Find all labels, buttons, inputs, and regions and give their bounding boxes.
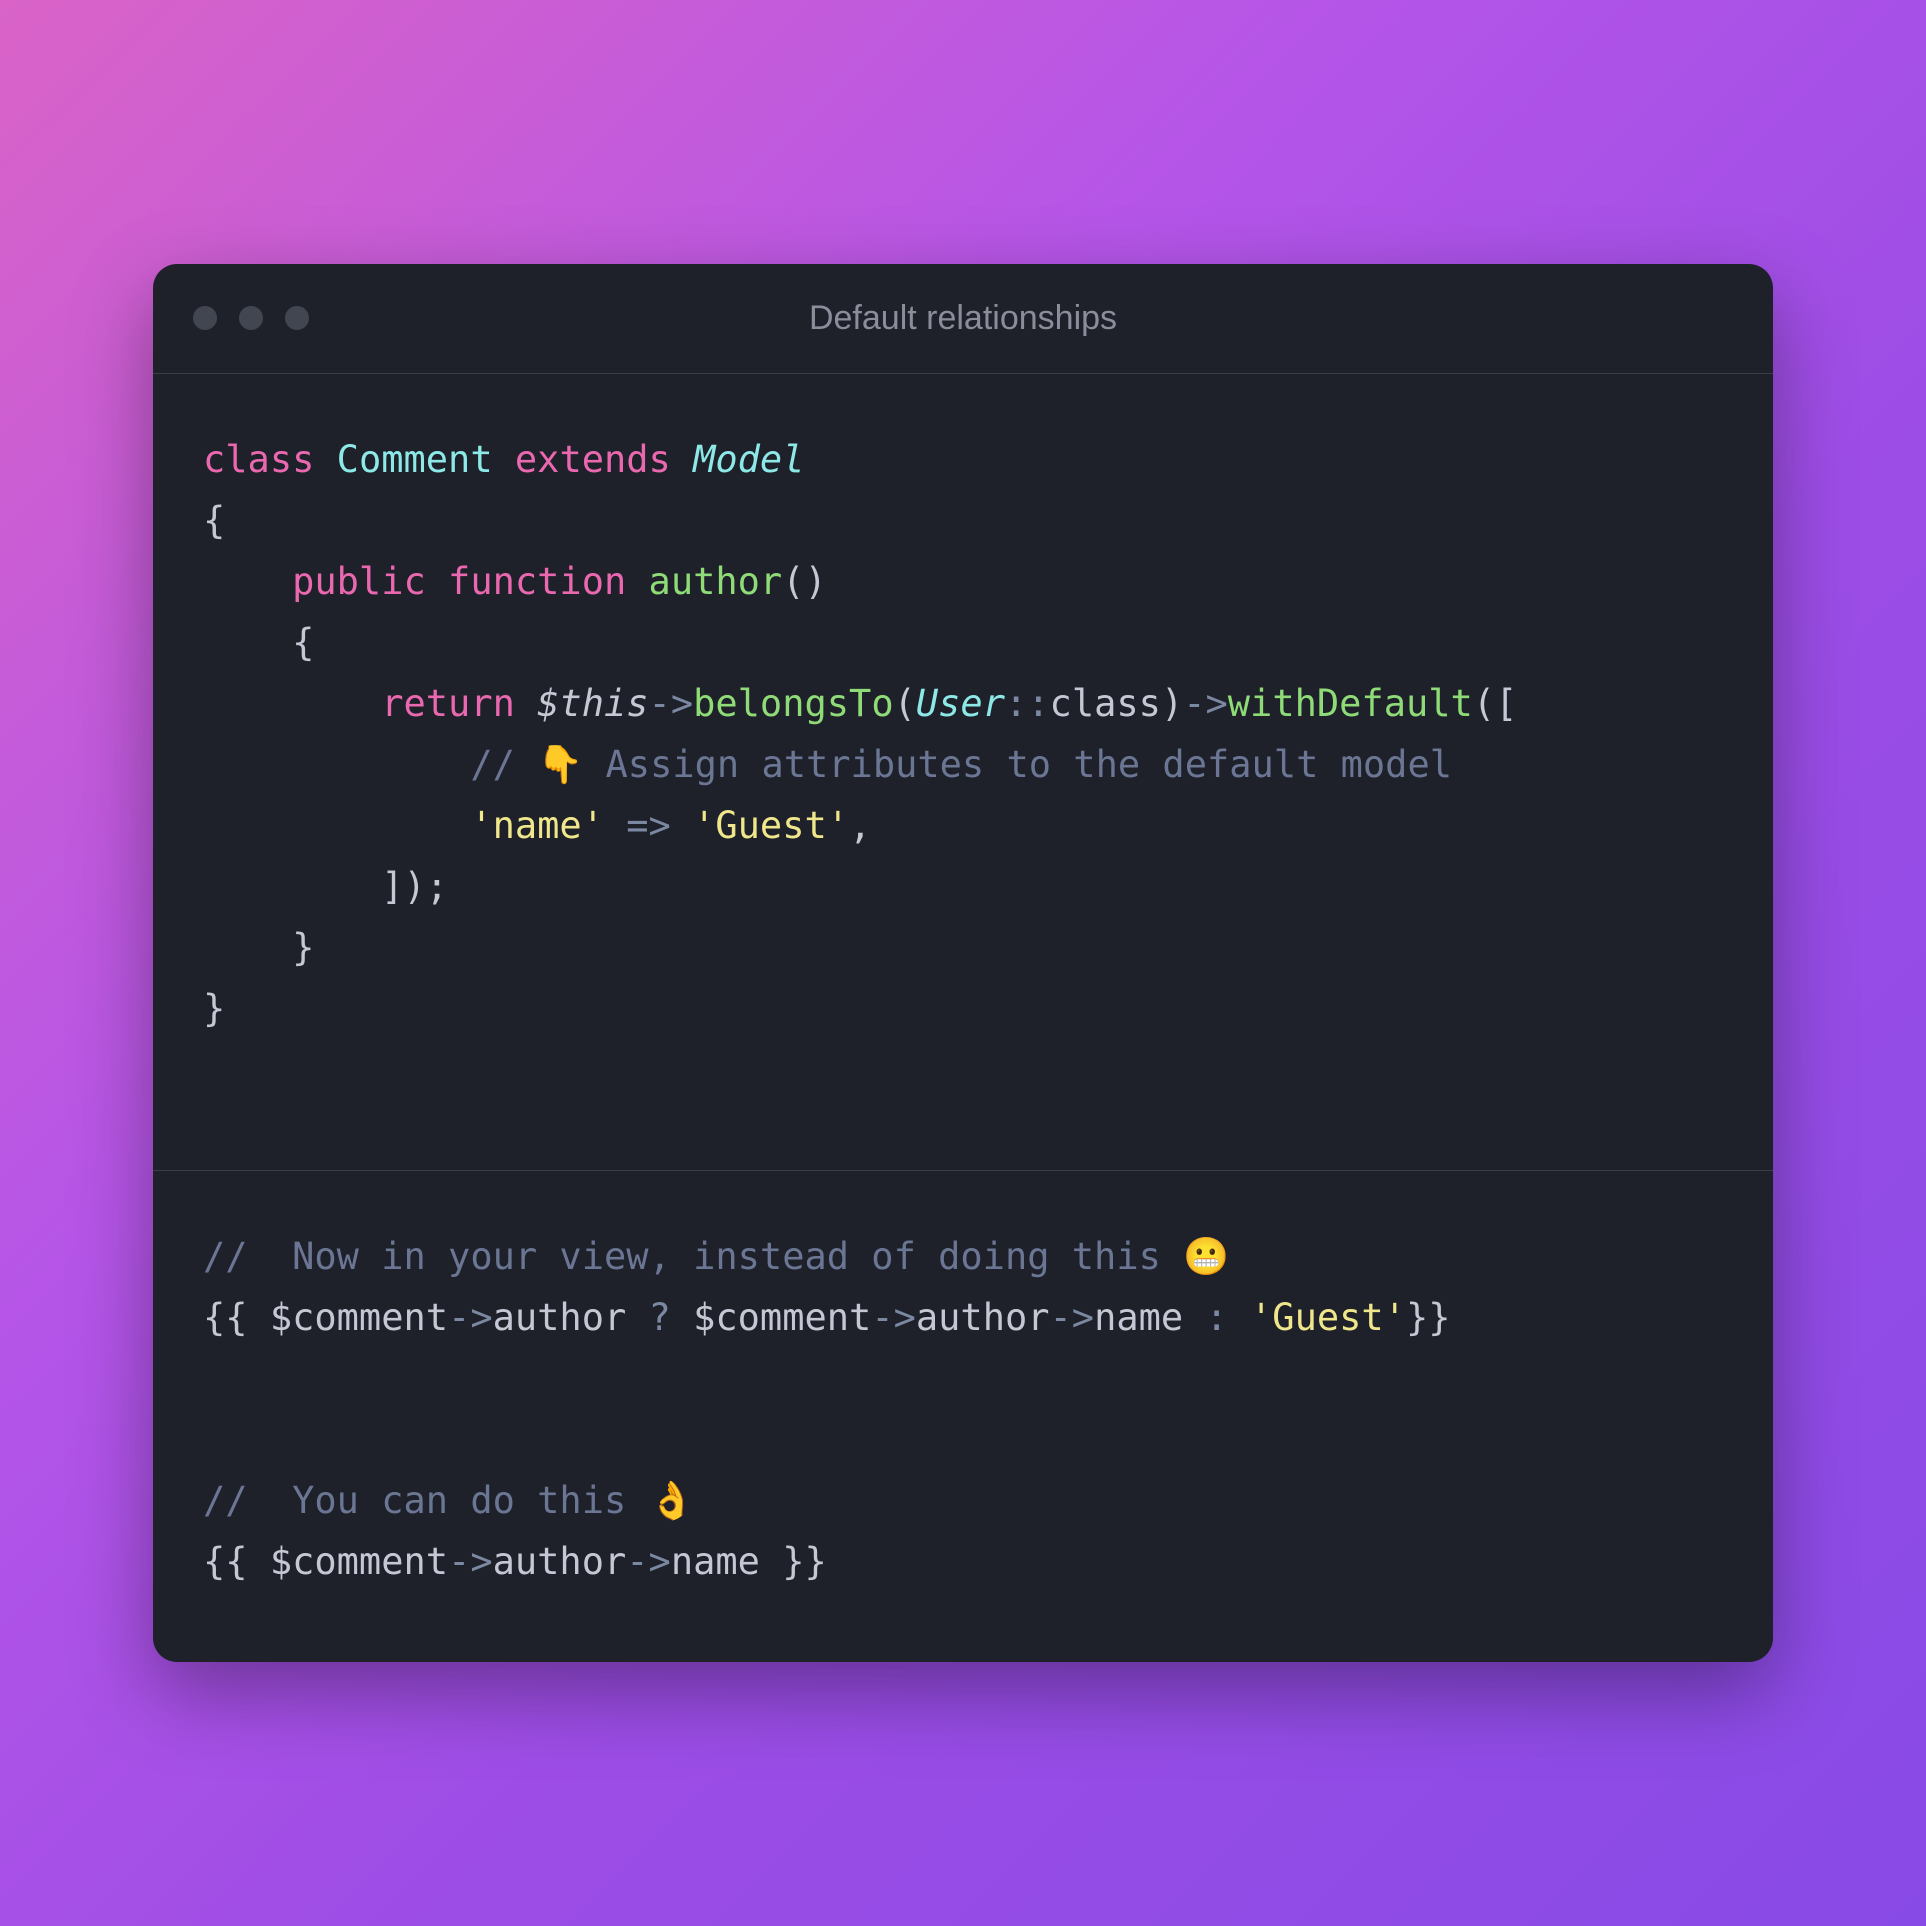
comment-slashes: //	[203, 1235, 248, 1278]
indent	[203, 865, 381, 908]
comment-slashes: //	[203, 1479, 248, 1522]
code-line: }	[203, 917, 1723, 978]
brace-open: {	[203, 499, 225, 542]
brace-close: }	[203, 987, 225, 1030]
indent	[203, 621, 292, 664]
code-line: {	[203, 612, 1723, 673]
comma: ,	[849, 804, 871, 847]
code-line-blank	[203, 1039, 1723, 1100]
indent	[203, 560, 292, 603]
bracket-close: ]);	[381, 865, 448, 908]
variable: $comment	[270, 1296, 448, 1339]
indent	[203, 743, 470, 786]
property: author	[493, 1296, 627, 1339]
ternary-colon: :	[1183, 1296, 1250, 1339]
comment-text: Now in your view, instead of doing this	[292, 1235, 1161, 1278]
code-line: // 👇 Assign attributes to the default mo…	[203, 734, 1723, 795]
function-name: author	[649, 560, 783, 603]
comment-space	[248, 1235, 293, 1278]
code-block-blade: // Now in your view, instead of doing th…	[153, 1171, 1773, 1662]
comment-space	[248, 1479, 293, 1522]
ok-hand-icon: 👌	[649, 1479, 695, 1522]
code-line-blank	[203, 1348, 1723, 1409]
keyword-public: public	[292, 560, 426, 603]
window-title: Default relationships	[193, 299, 1733, 338]
arrow-operator: ->	[448, 1296, 493, 1339]
keyword-return: return	[381, 682, 515, 725]
arrow-operator: ->	[649, 682, 694, 725]
type-model: Model	[693, 438, 804, 481]
maximize-icon[interactable]	[285, 306, 309, 330]
scope-operator: ::	[1005, 682, 1050, 725]
indent	[203, 926, 292, 969]
variable-this: $this	[537, 682, 648, 725]
comment-text: You can do this	[292, 1479, 626, 1522]
indent	[203, 682, 381, 725]
comment-space	[583, 743, 605, 786]
arrow-operator: ->	[1183, 682, 1228, 725]
string: 'Guest'	[1250, 1296, 1406, 1339]
variable: $comment	[270, 1540, 448, 1583]
code-block-php: class Comment extends Model { public fun…	[153, 374, 1773, 1172]
arrow-operator: ->	[626, 1540, 671, 1583]
template-open: {{	[203, 1296, 270, 1339]
brace-close: }	[292, 926, 314, 969]
comment-space	[1161, 1235, 1183, 1278]
property: author	[493, 1540, 627, 1583]
code-line: {{ $comment->author ? $comment->author->…	[203, 1287, 1723, 1348]
code-line: {	[203, 490, 1723, 551]
arrow-operator: ->	[871, 1296, 916, 1339]
property-class: class	[1050, 682, 1161, 725]
method-belongsto: belongsTo	[693, 682, 893, 725]
window-titlebar: Default relationships	[153, 264, 1773, 374]
close-icon[interactable]	[193, 306, 217, 330]
property: name	[1094, 1296, 1183, 1339]
minimize-icon[interactable]	[239, 306, 263, 330]
paren-open: (	[894, 682, 916, 725]
keyword-function: function	[448, 560, 626, 603]
code-line: }	[203, 978, 1723, 1039]
string-key: 'name'	[470, 804, 604, 847]
template-close: }}	[760, 1540, 827, 1583]
bracket-open: ([	[1473, 682, 1518, 725]
brace-open: {	[292, 621, 314, 664]
variable: $comment	[693, 1296, 871, 1339]
paren-close: )	[1161, 682, 1183, 725]
code-line: class Comment extends Model	[203, 429, 1723, 490]
code-line: 'name' => 'Guest',	[203, 795, 1723, 856]
grimace-icon: 😬	[1183, 1235, 1229, 1278]
code-line: ]);	[203, 856, 1723, 917]
property: name	[671, 1540, 760, 1583]
property: author	[916, 1296, 1050, 1339]
string-value: 'Guest'	[693, 804, 849, 847]
indent	[203, 804, 470, 847]
template-close: }}	[1406, 1296, 1451, 1339]
code-line: // You can do this 👌	[203, 1470, 1723, 1531]
ternary-question: ?	[626, 1296, 693, 1339]
parens: ()	[782, 560, 827, 603]
code-line: // Now in your view, instead of doing th…	[203, 1226, 1723, 1287]
comment-space	[515, 743, 537, 786]
comment-slashes: //	[470, 743, 515, 786]
template-open: {{	[203, 1540, 270, 1583]
code-line: return $this->belongsTo(User::class)->wi…	[203, 673, 1723, 734]
arrow-operator: ->	[448, 1540, 493, 1583]
type-user: User	[916, 682, 1005, 725]
comment-text: Assign attributes to the default model	[606, 743, 1452, 786]
code-line: {{ $comment->author->name }}	[203, 1531, 1723, 1592]
point-down-icon: 👇	[537, 743, 583, 786]
comment-space	[626, 1479, 648, 1522]
arrow-operator: ->	[1050, 1296, 1095, 1339]
code-line-blank	[203, 1409, 1723, 1470]
keyword-extends: extends	[515, 438, 671, 481]
keyword-class: class	[203, 438, 314, 481]
method-withdefault: withDefault	[1228, 682, 1473, 725]
fat-arrow: =>	[626, 804, 671, 847]
traffic-lights	[193, 306, 309, 330]
code-line: public function author()	[203, 551, 1723, 612]
code-window: Default relationships class Comment exte…	[153, 264, 1773, 1663]
class-name: Comment	[337, 438, 493, 481]
